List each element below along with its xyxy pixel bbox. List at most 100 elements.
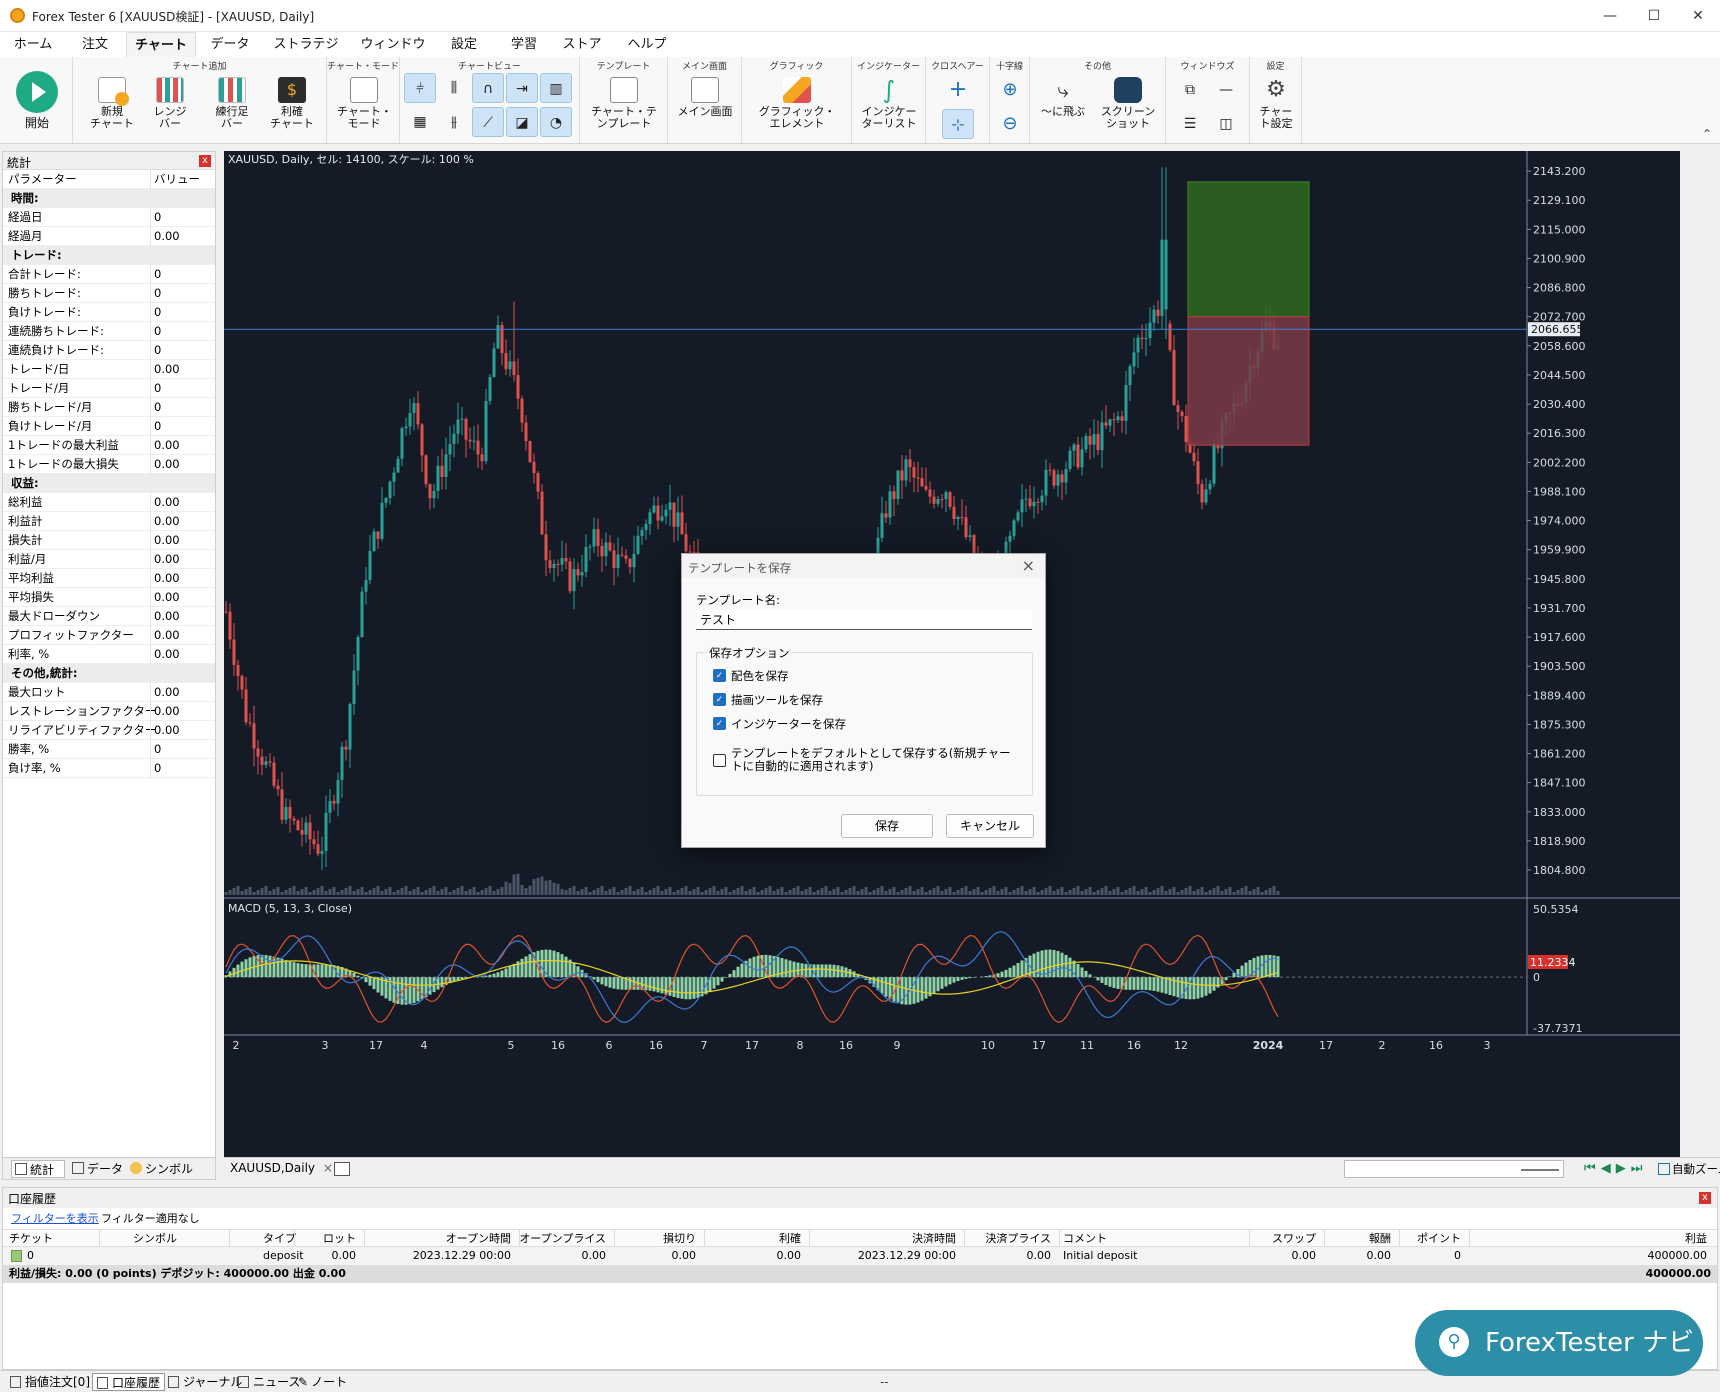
tab-symbol[interactable]: シンボル — [127, 1160, 207, 1178]
renko-bar-button[interactable]: レンジ バー — [145, 77, 195, 130]
column-header[interactable]: オープン時間 — [446, 1230, 511, 1248]
tab-strategy[interactable]: ストラテジー — [270, 32, 342, 78]
tab-statistics[interactable]: 統計 — [11, 1160, 65, 1178]
zoom-out-icon[interactable]: ⊖ — [994, 109, 1026, 139]
column-header[interactable]: シンボル — [133, 1230, 177, 1248]
tab-notes[interactable]: ✎ ノート — [298, 1373, 347, 1391]
tab-window[interactable]: ウィンドウ — [360, 32, 426, 58]
column-header[interactable]: タイプ — [263, 1230, 296, 1248]
new-chart-button[interactable]: 新規 チャート — [87, 77, 137, 130]
tab-account-history-label: 口座履歴 — [112, 1376, 161, 1390]
column-header[interactable]: 決済プライス — [985, 1230, 1051, 1248]
maximize-button[interactable]: ☐ — [1632, 4, 1676, 28]
new-tab-icon[interactable] — [334, 1162, 350, 1176]
tab-order[interactable]: 注文 — [70, 32, 120, 58]
volume-bar — [872, 890, 876, 895]
chart-nav-arrows-icon[interactable]: ⏮◀▶⏭ — [1584, 1161, 1647, 1176]
cascade-windows-icon[interactable]: ⧉ — [1174, 75, 1206, 105]
save-indicators-checkbox[interactable]: ✓ — [713, 717, 726, 730]
clock-icon[interactable]: ◔ — [540, 107, 572, 137]
volume-bar — [792, 888, 796, 895]
column-header[interactable]: オープンプライス — [519, 1230, 606, 1248]
grid-icon[interactable]: ▦ — [404, 107, 436, 137]
autozoom-toggle[interactable]: 自動ズーム — [1658, 1161, 1720, 1177]
crosshair-icon[interactable]: + — [942, 75, 974, 105]
chart-scrollbar[interactable] — [1344, 1160, 1564, 1178]
tab-data[interactable]: データ — [204, 32, 256, 58]
profit-chart-button[interactable]: $ 利確 チャート — [267, 77, 317, 130]
column-header[interactable]: ポイント — [1417, 1230, 1461, 1248]
close-statistics-icon[interactable]: x — [199, 155, 211, 167]
table-row[interactable]: 0 deposit 0.00 2023.12.29 00:00 0.00 0.00 0.00… — [3, 1247, 1717, 1265]
column-header[interactable]: 利確 — [779, 1230, 801, 1248]
volume-bar — [884, 891, 888, 895]
tab-learn[interactable]: 学習 — [502, 32, 546, 58]
column-header[interactable]: 報酬 — [1369, 1230, 1391, 1248]
tab-chart[interactable]: チャート — [126, 32, 196, 58]
chart-tab[interactable]: XAUUSD,Daily × — [230, 1161, 333, 1175]
kagi-bar-button[interactable]: 練行足 バー — [207, 77, 257, 130]
close-window-button[interactable]: ✕ — [1676, 4, 1720, 28]
main-screen-button[interactable]: メイン画面 — [674, 77, 736, 118]
tile-horizontal-icon[interactable]: ☰ — [1174, 109, 1206, 139]
column-header[interactable]: 利益 — [1685, 1230, 1707, 1248]
bar-chart-view-icon[interactable]: ⫩ — [404, 73, 436, 103]
show-filter-link[interactable]: フィルターを表示 — [11, 1210, 99, 1228]
volume-bar — [1052, 891, 1056, 895]
jump-to-button[interactable]: ⤷ 〜に飛ぶ — [1034, 77, 1092, 118]
volume-bar — [620, 890, 624, 895]
shift-chart-icon[interactable]: ⇥ — [506, 73, 538, 103]
column-header[interactable]: ロット — [323, 1230, 356, 1248]
tab-journal[interactable]: ジャーナル — [168, 1373, 242, 1391]
volume-bar — [468, 889, 472, 895]
tab-account-history[interactable]: 口座履歴 — [92, 1373, 166, 1391]
graphic-element-button[interactable]: グラフィック・ エレメント — [748, 77, 846, 130]
tab-settings[interactable]: 設定 — [442, 32, 486, 58]
chart-settings-button[interactable]: ⚙ チャー ト設定 — [1254, 77, 1298, 130]
column-header[interactable]: 損切り — [663, 1230, 696, 1248]
chart-mode-button[interactable]: チャート・ モード — [337, 77, 392, 130]
screenshot-button[interactable]: スクリーン ショット — [1096, 77, 1160, 130]
macd-hist-bar — [600, 977, 604, 985]
tab-data-panel[interactable]: データ — [69, 1160, 123, 1178]
macd-hist-bar — [1008, 967, 1012, 978]
magnet-icon[interactable]: ∩ — [472, 73, 504, 103]
minimize-button[interactable]: — — [1588, 4, 1632, 28]
column-header[interactable]: チケット — [9, 1230, 53, 1248]
tab-pending-orders[interactable]: 指値注文[0] — [10, 1373, 90, 1391]
ohlc-icon[interactable]: ⫵ — [438, 107, 470, 137]
macd-hist-bar — [552, 950, 556, 978]
date-tick-label: 7 — [701, 1039, 708, 1052]
save-colors-checkbox[interactable]: ✓ — [713, 669, 726, 682]
collapse-ribbon-icon[interactable]: ⌃ — [1702, 127, 1712, 141]
save-button[interactable]: 保存 — [841, 814, 933, 838]
volume-bar — [912, 891, 916, 895]
start-button[interactable]: 開始 — [12, 71, 62, 130]
tab-news[interactable]: ニュース — [238, 1373, 300, 1391]
save-drawing-tools-checkbox[interactable]: ✓ — [713, 693, 726, 706]
period-separator-icon[interactable]: ◪ — [506, 107, 538, 137]
group-title: 設定 — [1266, 62, 1285, 72]
candle-view-icon[interactable]: ⫼ — [438, 73, 470, 103]
cancel-button[interactable]: キャンセル — [946, 814, 1034, 838]
crosshair-plus-icon[interactable]: ⊹ — [942, 109, 974, 139]
close-account-history-icon[interactable]: x — [1699, 1192, 1711, 1204]
tab-store[interactable]: ストア — [560, 32, 604, 58]
template-name-input[interactable] — [696, 610, 1032, 630]
dialog-close-icon[interactable]: × — [1022, 556, 1035, 575]
chart-tab-close-icon[interactable]: × — [323, 1161, 333, 1175]
tile-vertical-icon[interactable]: ◫ — [1210, 109, 1242, 139]
column-header[interactable]: 決済時間 — [912, 1230, 956, 1248]
column-header[interactable]: スワップ — [1272, 1230, 1316, 1248]
tab-home[interactable]: ホーム — [8, 32, 58, 58]
indicator-list-button[interactable]: ∫ インジケー ターリスト — [858, 77, 920, 130]
line-chart-icon[interactable]: ⟋ — [472, 107, 504, 137]
minimize-all-icon[interactable]: — — [1210, 75, 1242, 105]
save-as-default-checkbox[interactable] — [713, 754, 726, 767]
candle-body — [536, 473, 540, 492]
zoom-in-icon[interactable]: ⊕ — [994, 75, 1026, 105]
chart-template-button[interactable]: チャート・テ ンプレート — [586, 77, 662, 130]
volume-icon[interactable]: ▥ — [540, 73, 572, 103]
tab-help[interactable]: ヘルプ — [622, 32, 672, 58]
column-header[interactable]: コメント — [1063, 1230, 1107, 1248]
